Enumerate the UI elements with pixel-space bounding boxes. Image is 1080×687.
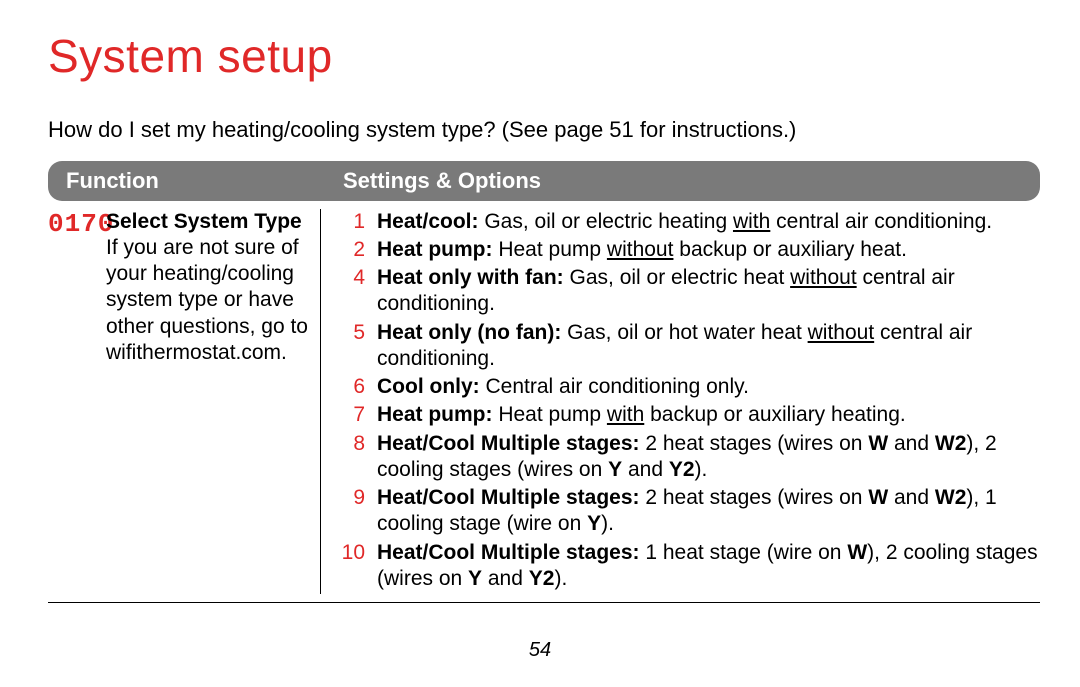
option-row: 2Heat pump: Heat pump without backup or … — [333, 237, 1040, 263]
option-underline: with — [733, 210, 770, 233]
option-row: 7Heat pump: Heat pump with backup or aux… — [333, 402, 1040, 428]
option-pre: Central air conditioning only. — [480, 375, 749, 398]
option-row: 9Heat/Cool Multiple stages: 2 heat stage… — [333, 485, 1040, 538]
option-row: 10Heat/Cool Multiple stages: 1 heat stag… — [333, 540, 1040, 593]
option-row: 6Cool only: Central air conditioning onl… — [333, 374, 1040, 400]
function-cell: 0170 Select System Type If you are not s… — [48, 209, 321, 595]
option-post: backup or auxiliary heat. — [673, 238, 906, 261]
option-underline: with — [607, 403, 644, 426]
option-underline: without — [790, 266, 857, 289]
option-pre: Gas, oil or electric heating — [479, 210, 733, 233]
table-row: 0170 Select System Type If you are not s… — [48, 201, 1040, 604]
option-lead: Heat only with fan: — [377, 266, 564, 289]
function-code: 0170 — [48, 209, 106, 595]
option-post: backup or auxiliary heating. — [644, 403, 906, 426]
option-text: Heat/Cool Multiple stages: 1 heat stage … — [377, 540, 1040, 593]
intro-text: How do I set my heating/cooling system t… — [48, 116, 1040, 144]
option-text: Heat only (no fan): Gas, oil or hot wate… — [377, 320, 1040, 373]
header-settings: Settings & Options — [321, 167, 541, 195]
option-lead: Heat/Cool Multiple stages: — [377, 486, 640, 509]
option-underline: without — [808, 321, 875, 344]
option-number: 4 — [333, 265, 377, 318]
option-row: 4Heat only with fan: Gas, oil or electri… — [333, 265, 1040, 318]
option-lead: Cool only: — [377, 375, 480, 398]
option-text: Heat pump: Heat pump without backup or a… — [377, 237, 1040, 263]
function-note: If you are not sure of your heating/cool… — [106, 236, 308, 364]
option-text: Heat pump: Heat pump with backup or auxi… — [377, 402, 1040, 428]
option-row: 8Heat/Cool Multiple stages: 2 heat stage… — [333, 431, 1040, 484]
function-name: Select System Type — [106, 210, 302, 233]
page-title: System setup — [48, 28, 1040, 86]
header-function: Function — [48, 167, 321, 195]
option-lead: Heat/Cool Multiple stages: — [377, 432, 640, 455]
option-number: 10 — [333, 540, 377, 593]
option-pre: Heat pump — [493, 238, 607, 261]
table-header: Function Settings & Options — [48, 161, 1040, 201]
option-text: Heat/Cool Multiple stages: 2 heat stages… — [377, 431, 1040, 484]
option-pre: Heat pump — [493, 403, 607, 426]
option-row: 1Heat/cool: Gas, oil or electric heating… — [333, 209, 1040, 235]
options-cell: 1Heat/cool: Gas, oil or electric heating… — [321, 209, 1040, 595]
function-body: Select System Type If you are not sure o… — [106, 209, 314, 595]
option-pre: Gas, oil or hot water heat — [561, 321, 807, 344]
option-underline: without — [607, 238, 674, 261]
option-number: 5 — [333, 320, 377, 373]
option-text: Heat/Cool Multiple stages: 2 heat stages… — [377, 485, 1040, 538]
option-text: Heat only with fan: Gas, oil or electric… — [377, 265, 1040, 318]
option-lead: Heat pump: — [377, 238, 493, 261]
option-lead: Heat pump: — [377, 403, 493, 426]
option-text: Heat/cool: Gas, oil or electric heating … — [377, 209, 1040, 235]
option-lead: Heat only (no fan): — [377, 321, 561, 344]
option-number: 1 — [333, 209, 377, 235]
page-number: 54 — [0, 638, 1080, 663]
option-number: 7 — [333, 402, 377, 428]
option-row: 5Heat only (no fan): Gas, oil or hot wat… — [333, 320, 1040, 373]
option-number: 9 — [333, 485, 377, 538]
option-post: central air conditioning. — [770, 210, 992, 233]
option-text: Cool only: Central air conditioning only… — [377, 374, 1040, 400]
option-number: 8 — [333, 431, 377, 484]
option-number: 6 — [333, 374, 377, 400]
option-pre: Gas, oil or electric heat — [564, 266, 790, 289]
option-lead: Heat/cool: — [377, 210, 479, 233]
option-number: 2 — [333, 237, 377, 263]
option-lead: Heat/Cool Multiple stages: — [377, 541, 640, 564]
